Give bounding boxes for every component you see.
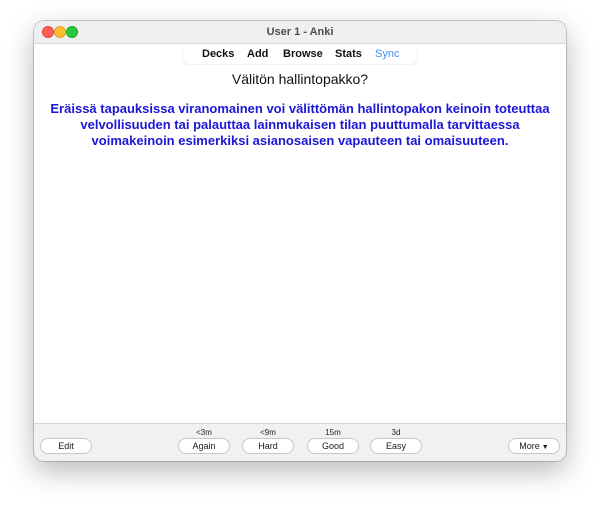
again-interval: <3m bbox=[196, 428, 212, 437]
more-button[interactable]: More ▼ bbox=[508, 438, 560, 454]
card-answer: Eräissä tapauksissa viranomainen voi väl… bbox=[50, 101, 550, 148]
card-question: Välitön hallintopakko? bbox=[231, 71, 369, 87]
hard-button[interactable]: Hard bbox=[242, 438, 294, 454]
hard-interval: <9m bbox=[260, 428, 276, 437]
sync-link[interactable]: Sync bbox=[375, 44, 399, 64]
decks-link[interactable]: Decks bbox=[202, 44, 234, 64]
good-button[interactable]: Good bbox=[307, 438, 359, 454]
browse-link[interactable]: Browse bbox=[283, 44, 323, 64]
easy-button[interactable]: Easy bbox=[370, 438, 422, 454]
again-button[interactable]: Again bbox=[178, 438, 230, 454]
chevron-down-icon: ▼ bbox=[541, 444, 549, 451]
good-interval: 15m bbox=[325, 428, 341, 437]
title-bar[interactable]: User 1 - Anki bbox=[34, 21, 566, 44]
stats-link[interactable]: Stats bbox=[335, 44, 362, 64]
edit-button[interactable]: Edit bbox=[40, 438, 92, 454]
main-toolbar: Decks Add Browse Stats Sync bbox=[184, 44, 416, 64]
anki-window: User 1 - Anki Decks Add Browse Stats Syn… bbox=[34, 21, 566, 461]
more-button-label: More bbox=[519, 441, 540, 451]
easy-interval: 3d bbox=[391, 428, 401, 437]
card-content: Välitön hallintopakko? Eräissä tapauksis… bbox=[34, 65, 566, 423]
add-link[interactable]: Add bbox=[247, 44, 268, 64]
review-bottom-bar: <3m <9m 15m 3d Edit Again Hard Good Easy… bbox=[34, 423, 566, 461]
window-title: User 1 - Anki bbox=[266, 26, 334, 38]
